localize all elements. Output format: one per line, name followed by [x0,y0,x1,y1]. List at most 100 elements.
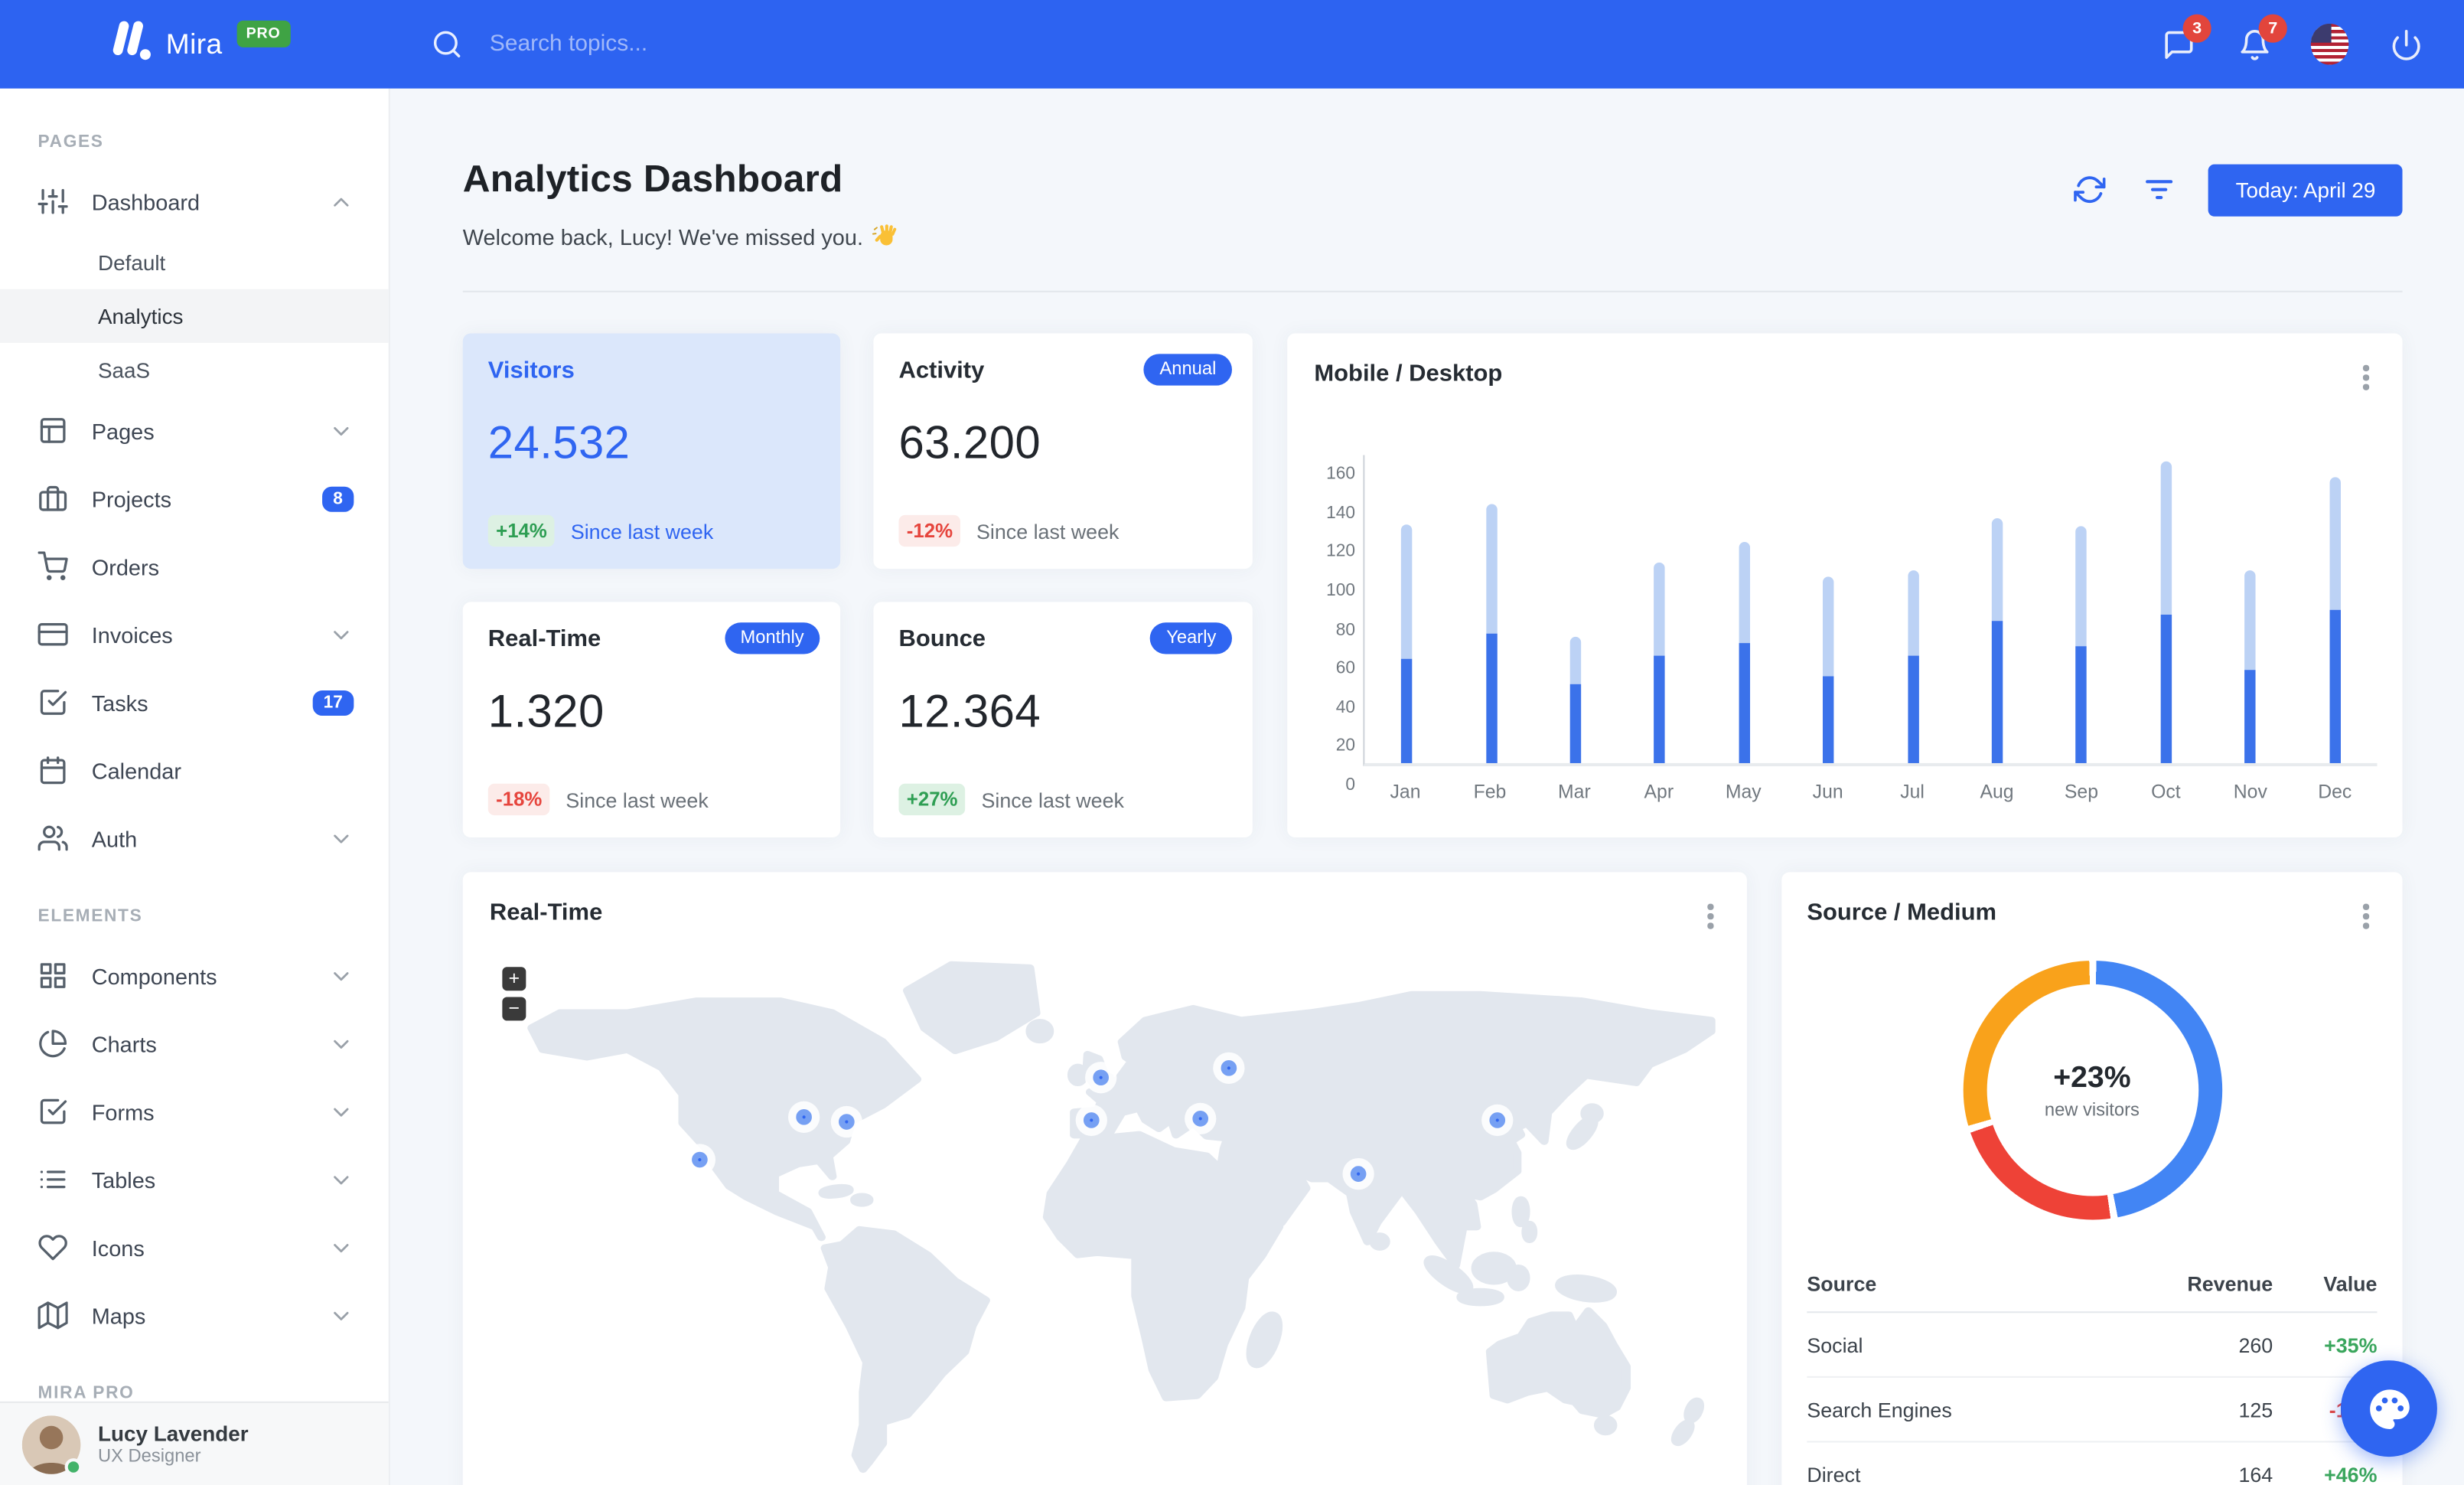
stat-period-badge[interactable]: Yearly [1150,622,1232,654]
stat-note: Since last week [565,787,709,811]
top-navbar: Mira PRO 3 7 [0,0,2464,89]
bars [1364,455,2377,763]
map-title: Real-Time [489,899,603,926]
stat-value: 12.364 [898,687,1041,738]
heart-icon [38,1232,68,1262]
map-marker-india[interactable] [1349,1165,1366,1182]
map-marker-united-kingdom[interactable] [1093,1070,1110,1086]
sidebar-item-pages[interactable]: Pages [0,397,389,465]
sidebar-item-label: Invoices [91,622,173,648]
map-marker-turkey[interactable] [1192,1111,1209,1127]
online-status-dot [64,1457,83,1475]
sidebar-item-maps[interactable]: Maps [0,1281,389,1350]
global-search [431,28,2159,60]
stat-card-visitors: Visitors 24.532 +14% Since last week [462,333,841,570]
bar-jul [1907,570,1919,763]
sidebar-item-charts[interactable]: Charts [0,1010,389,1078]
stat-card-bounce: Bounce Yearly 12.364 +27% Since last week [873,602,1253,837]
main-content: Analytics Dashboard Welcome back, Lucy! … [390,89,2464,1485]
source-menu-button[interactable] [2352,901,2380,932]
chevron-down-icon [328,1099,354,1124]
x-label: Mar [1558,780,1591,803]
filter-button[interactable] [2143,173,2177,207]
sidebar-item-dashboard[interactable]: Dashboard [0,168,389,236]
language-flag-button[interactable] [2310,23,2349,65]
user-profile[interactable]: Lucy Lavender UX Designer [0,1401,389,1485]
calendar-icon [38,756,68,785]
refresh-icon [2074,175,2107,203]
source-row-social: Social 260 +35% [1807,1313,2378,1378]
sidebar-badge: 17 [312,689,354,716]
search-input[interactable] [489,31,964,57]
bar-chart-plot [1363,455,2378,767]
chevron-down-icon [328,1235,354,1260]
map-marker-china[interactable] [1489,1111,1506,1128]
check-square-icon [38,687,68,717]
stat-delta: -18% [487,783,550,816]
chevron-down-icon [328,1031,354,1056]
refresh-button[interactable] [2073,173,2107,207]
sidebar-item-projects[interactable]: Projects 8 [0,465,389,533]
donut-center: +23% new visitors [1963,961,2222,1220]
sidebar-item-components[interactable]: Components [0,942,389,1010]
sidebar-item-icons[interactable]: Icons [0,1213,389,1281]
sidebar-item-orders[interactable]: Orders [0,533,389,601]
map-marker-chicago[interactable] [796,1109,813,1126]
stat-period-badge[interactable]: Monthly [724,622,820,654]
x-label: Oct [2151,780,2181,803]
sign-out-button[interactable] [2387,25,2425,64]
sidebar-item-label: Tables [91,1167,156,1193]
stat-title: Visitors [487,357,575,384]
page-subtitle: Welcome back, Lucy! We've missed you. [463,223,901,251]
x-label: Aug [1980,780,2014,803]
sidebar-item-forms[interactable]: Forms [0,1078,389,1146]
stat-value: 63.200 [898,418,1041,470]
sidebar-section-mira-pro: MIRA PRO [37,1384,135,1402]
stat-period-badge[interactable]: Annual [1143,354,1232,386]
sidebar-item-auth[interactable]: Auth [0,805,389,873]
map-marker-new-york[interactable] [838,1114,854,1131]
sidebar-item-label: Auth [91,825,138,851]
map-marker-spain[interactable] [1083,1111,1100,1128]
brand-name: Mira [165,28,223,60]
credit-card-icon [37,619,68,649]
navbar-actions: 3 7 [2159,14,2464,65]
sidebar-subitem-analytics[interactable]: Analytics [0,289,389,343]
sidebar-subitem-default[interactable]: Default [0,236,389,289]
zoom-in-button[interactable]: + [502,967,526,991]
chart-menu-button[interactable] [2352,362,2380,393]
sidebar-item-tables[interactable]: Tables [0,1145,389,1213]
sidebar-item-label: Projects [91,485,172,511]
sidebar-item-calendar[interactable]: Calendar [0,736,389,805]
source-title: Source / Medium [1807,899,1997,926]
brand[interactable]: Mira PRO [0,19,390,69]
pro-badge: PRO [236,19,290,47]
map-marker-california[interactable] [692,1152,708,1169]
notifications-button[interactable]: 7 [2235,14,2287,64]
bar-mar [1569,636,1582,763]
chevron-down-icon [328,418,354,443]
sliders-icon [37,187,68,217]
power-icon [2391,28,2420,60]
wave-emoji [872,224,898,246]
zoom-out-button[interactable]: − [502,997,526,1021]
sidebar-subitem-saas[interactable]: SaaS [0,343,389,397]
map-marker-russia[interactable] [1221,1059,1237,1075]
world-map-svg [527,961,1716,1474]
chevron-down-icon [328,622,354,647]
theme-settings-fab[interactable] [2340,1360,2437,1457]
shopping-cart-icon [37,551,68,581]
bar-feb [1485,504,1497,763]
sidebar-item-invoices[interactable]: Invoices [0,600,389,668]
date-range-button[interactable]: Today: April 29 [2208,164,2403,217]
messages-button[interactable]: 3 [2159,14,2211,64]
page-header: Analytics Dashboard Welcome back, Lucy! … [463,158,2403,251]
bar-jan [1401,524,1413,763]
stat-delta: -12% [898,514,961,547]
map-menu-button[interactable] [1696,901,1725,932]
bar-oct [2160,462,2172,763]
source-table-header: Source Revenue Value [1807,1256,2378,1314]
sidebar-item-tasks[interactable]: Tasks 17 [0,668,389,736]
us-flag-icon [2310,23,2349,65]
sidebar-item-label: Tasks [91,689,148,716]
